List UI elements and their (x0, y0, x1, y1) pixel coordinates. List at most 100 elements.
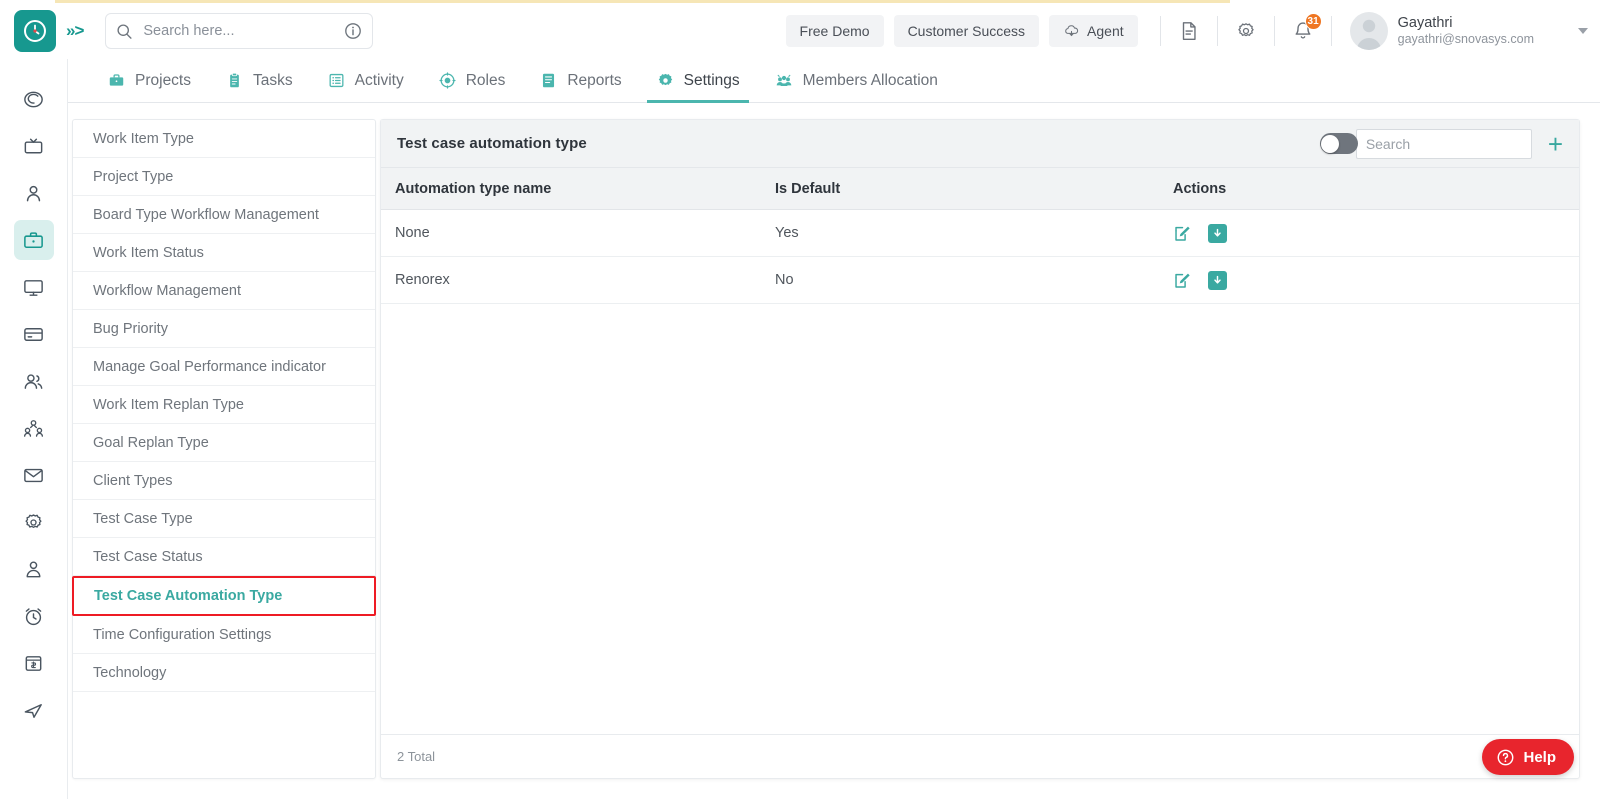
gear-icon (25, 513, 42, 528)
tab-activity[interactable]: Activity (310, 59, 421, 103)
tv-icon (24, 137, 43, 153)
tab-label: Projects (135, 71, 191, 89)
info-circle-icon[interactable] (344, 22, 362, 40)
icon-rail (0, 59, 68, 799)
rail-item-invoice[interactable] (14, 643, 54, 683)
rail-item-person[interactable] (14, 173, 54, 213)
submenu-label: Manage Goal Performance indicator (93, 358, 326, 375)
column-header-automation-type-name: Automation type name (395, 180, 552, 197)
gear-icon (1237, 23, 1254, 37)
table-header-row: Automation type name Is Default Actions (381, 168, 1579, 210)
rail-item-user-tie[interactable] (14, 549, 54, 589)
rail-item-people[interactable] (14, 361, 54, 401)
target-spiral-icon (24, 91, 43, 107)
automation-type-panel: Test case automation type + Automation t… (380, 119, 1580, 779)
agent-button[interactable]: Agent (1049, 15, 1138, 47)
documents-button[interactable] (1173, 15, 1205, 47)
archive-download-icon[interactable] (1208, 223, 1227, 243)
header-divider-1 (1159, 16, 1161, 46)
edit-icon[interactable] (1173, 224, 1192, 243)
settings-button[interactable] (1230, 15, 1262, 47)
submenu-item-time-configuration-settings[interactable]: Time Configuration Settings (73, 616, 375, 654)
tab-roles[interactable]: Roles (421, 59, 523, 103)
table-body: None Yes Renorex No (381, 210, 1579, 734)
global-search[interactable] (105, 13, 374, 49)
settings-submenu: Work Item Type Project Type Board Type W… (72, 119, 376, 779)
rail-item-briefcase[interactable] (13, 220, 54, 260)
submenu-label: Test Case Status (93, 548, 203, 565)
user-profile[interactable]: Gayathri gayathri@snovasys.com (1349, 12, 1534, 50)
page-title: Test case automation type (397, 135, 587, 152)
org-chart-icon (24, 419, 43, 437)
send-icon (24, 703, 42, 718)
rail-item-monitor[interactable] (14, 267, 54, 307)
header-divider-4 (1330, 16, 1332, 46)
submenu-item-work-item-replan-type[interactable]: Work Item Replan Type (73, 386, 375, 424)
clipboard-icon (225, 71, 244, 90)
user-email: gayathri@snovasys.com (1397, 32, 1534, 47)
panel-search-input[interactable] (1355, 128, 1532, 159)
help-button[interactable]: Help (1482, 739, 1574, 775)
edit-icon[interactable] (1173, 271, 1192, 290)
rail-item-org-chart[interactable] (14, 408, 54, 448)
user-text: Gayathri gayathri@snovasys.com (1398, 14, 1534, 48)
submenu-label: Bug Priority (93, 320, 168, 337)
submenu-item-test-case-type[interactable]: Test Case Type (73, 500, 375, 538)
show-archived-toggle[interactable] (1319, 133, 1358, 154)
sidebar-expand-button[interactable]: »> (66, 21, 84, 41)
submenu-item-test-case-status[interactable]: Test Case Status (73, 538, 375, 576)
submenu-item-board-type-workflow-management[interactable]: Board Type Workflow Management (73, 196, 375, 234)
tab-settings[interactable]: Settings (639, 59, 757, 103)
main-nav: Projects Tasks Activity Roles Reports Se… (68, 59, 1600, 103)
free-demo-button[interactable]: Free Demo (785, 15, 884, 47)
notifications-button[interactable]: 31 (1287, 13, 1322, 47)
tab-tasks[interactable]: Tasks (208, 59, 310, 103)
submenu-label: Client Types (93, 472, 173, 489)
submenu-label: Technology (93, 664, 167, 681)
table-row[interactable]: None Yes (381, 210, 1579, 257)
header-divider-2 (1216, 16, 1218, 46)
panel-footer: 2 Total (381, 734, 1579, 778)
submenu-item-technology[interactable]: Technology (73, 654, 375, 692)
customer-success-button[interactable]: Customer Success (893, 15, 1040, 47)
submenu-label: Test Case Type (93, 510, 193, 527)
submenu-item-manage-goal-performance-indicator[interactable]: Manage Goal Performance indicator (73, 348, 375, 386)
search-input[interactable] (143, 23, 345, 39)
tab-members-allocation[interactable]: Members Allocation (757, 59, 955, 103)
submenu-item-workflow-management[interactable]: Workflow Management (73, 272, 375, 310)
submenu-item-test-case-automation-type[interactable]: Test Case Automation Type (72, 576, 376, 616)
submenu-item-work-item-status[interactable]: Work Item Status (73, 234, 375, 272)
cell-is-default: Yes (775, 225, 799, 241)
rail-item-tv[interactable] (14, 126, 54, 166)
submenu-label: Work Item Status (93, 244, 204, 261)
submenu-item-client-types[interactable]: Client Types (73, 462, 375, 500)
rail-item-alarm-clock[interactable] (14, 596, 54, 636)
archive-download-icon[interactable] (1208, 270, 1227, 290)
submenu-label: Test Case Automation Type (94, 588, 283, 604)
submenu-label: Time Configuration Settings (93, 626, 272, 643)
rail-item-gear[interactable] (14, 502, 54, 542)
submenu-item-project-type[interactable]: Project Type (73, 158, 375, 196)
column-header-is-default: Is Default (775, 180, 841, 197)
card-icon (24, 327, 43, 341)
app-logo[interactable] (14, 10, 56, 52)
add-automation-type-button[interactable]: + (1548, 131, 1563, 157)
submenu-item-bug-priority[interactable]: Bug Priority (73, 310, 375, 348)
rail-item-envelope[interactable] (14, 455, 54, 495)
table-row[interactable]: Renorex No (381, 257, 1579, 304)
rail-item-card[interactable] (14, 314, 54, 354)
submenu-item-work-item-type[interactable]: Work Item Type (73, 120, 375, 158)
alarm-clock-icon (25, 607, 42, 625)
chevron-down-icon[interactable] (1578, 28, 1588, 34)
person-icon (26, 185, 41, 201)
total-count: 2 Total (397, 749, 436, 764)
badge-icon (438, 71, 457, 90)
rail-item-target-spiral[interactable] (14, 79, 54, 119)
help-label: Help (1523, 748, 1556, 766)
submenu-item-goal-replan-type[interactable]: Goal Replan Type (73, 424, 375, 462)
rail-item-send[interactable] (14, 690, 54, 730)
panel-header: Test case automation type + (381, 120, 1579, 168)
tab-projects[interactable]: Projects (90, 59, 208, 103)
tab-reports[interactable]: Reports (522, 59, 638, 103)
monitor-icon (24, 279, 43, 296)
